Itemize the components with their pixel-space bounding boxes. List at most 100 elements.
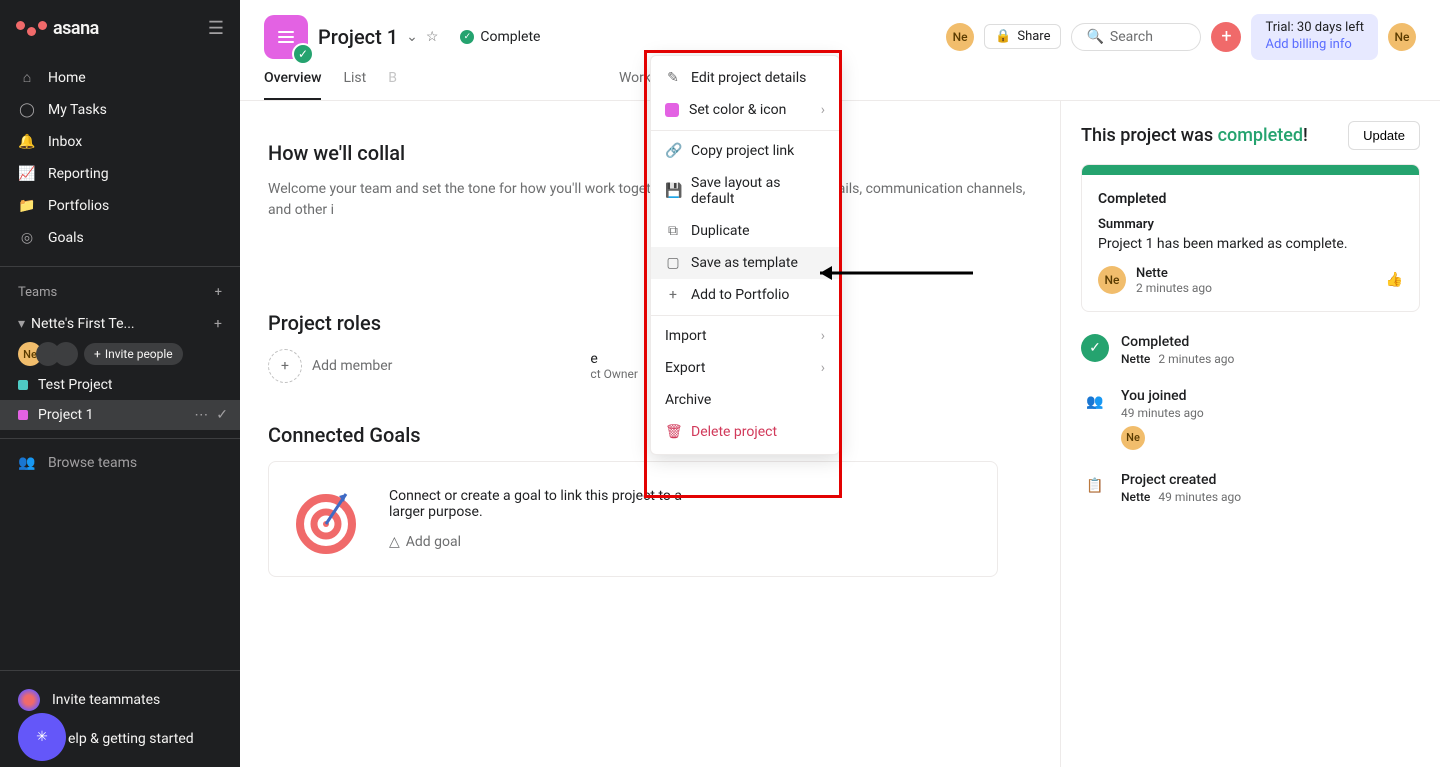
- chevron-right-icon: ›: [821, 328, 825, 344]
- copy-icon: ⧉: [665, 223, 681, 239]
- nav-inbox[interactable]: 🔔Inbox: [0, 126, 240, 158]
- teams-title: Teams: [18, 285, 57, 300]
- timeline-item-completed[interactable]: ✓ Completed Nette2 minutes ago: [1081, 334, 1420, 366]
- summary-text: Project 1 has been marked as complete.: [1098, 236, 1403, 252]
- project-color-swatch: [18, 410, 28, 420]
- status-name: Completed: [1098, 191, 1403, 207]
- owner-role: ct Owner: [590, 367, 638, 381]
- browse-teams[interactable]: 👥 Browse teams: [0, 447, 240, 479]
- save-icon: 💾: [665, 183, 681, 199]
- check-icon: ✓: [1081, 334, 1109, 362]
- update-status-button[interactable]: Update: [1348, 121, 1420, 150]
- project-tabs: Overview List B Workflow Dashboard More.…: [240, 60, 1440, 101]
- nav-home[interactable]: ⌂Home: [0, 61, 240, 94]
- global-create-button[interactable]: +: [1211, 22, 1241, 52]
- avatar: Ne: [1121, 426, 1145, 450]
- plus-icon: +: [268, 349, 302, 383]
- add-goal-button[interactable]: △Add goal: [389, 534, 709, 550]
- project-color-swatch: [18, 380, 28, 390]
- timeline-title: You joined: [1121, 388, 1204, 404]
- add-member-label: Add member: [312, 358, 392, 374]
- menu-label: Archive: [665, 392, 711, 408]
- menu-import[interactable]: Import›: [651, 320, 839, 352]
- sidebar-project-1[interactable]: Project 1 ⋯✓: [0, 400, 240, 430]
- nav-label: Inbox: [48, 134, 82, 150]
- teams-header: Teams +: [0, 275, 240, 310]
- timeline-item-created[interactable]: 📋 Project created Nette49 minutes ago: [1081, 472, 1420, 504]
- clipboard-icon: 📋: [1081, 472, 1109, 500]
- pencil-icon: ✎: [665, 70, 681, 86]
- menu-copy-link[interactable]: 🔗Copy project link: [651, 135, 839, 167]
- nav-reporting[interactable]: 📈Reporting: [0, 158, 240, 190]
- user-avatar[interactable]: Ne: [1388, 23, 1416, 51]
- nav-label: Goals: [48, 230, 84, 246]
- tab-obscured[interactable]: B: [388, 70, 397, 100]
- status-card[interactable]: Completed Summary Project 1 has been mar…: [1081, 164, 1420, 312]
- goals-description: Connect or create a goal to link this pr…: [389, 488, 709, 520]
- check-icon: ✓: [216, 407, 228, 423]
- invite-label: Invite people: [105, 347, 173, 361]
- project-menu-chevron[interactable]: ⌄: [406, 29, 418, 45]
- team-row[interactable]: ▾Nette's First Te... +: [0, 310, 240, 338]
- like-icon[interactable]: 👍: [1386, 272, 1403, 288]
- share-label: Share: [1017, 29, 1050, 44]
- team-avatar-stack[interactable]: Ne +Invite people: [0, 338, 240, 370]
- sidebar-project-test[interactable]: Test Project: [0, 370, 240, 400]
- asana-logo[interactable]: asana: [16, 18, 99, 39]
- avatar-placeholder: [54, 342, 78, 366]
- nav-portfolios[interactable]: 📁 Portfolios: [0, 190, 240, 222]
- menu-add-portfolio[interactable]: +Add to Portfolio: [651, 279, 839, 311]
- menu-export[interactable]: Export›: [651, 352, 839, 384]
- trial-banner[interactable]: Trial: 30 days left Add billing info: [1251, 14, 1378, 60]
- menu-delete-project[interactable]: 🗑Delete project: [651, 416, 839, 448]
- star-icon[interactable]: ☆: [426, 29, 439, 45]
- timeline-who: Nette: [1121, 490, 1150, 504]
- add-goal-label: Add goal: [406, 534, 461, 550]
- summary-label: Summary: [1098, 217, 1403, 232]
- collapse-sidebar-icon[interactable]: ☰: [208, 18, 224, 39]
- trash-icon: 🗑: [665, 424, 681, 440]
- add-team-icon[interactable]: +: [215, 285, 222, 300]
- menu-label: Edit project details: [691, 70, 806, 86]
- add-billing-link[interactable]: Add billing info: [1265, 37, 1364, 54]
- nav-my-tasks[interactable]: ◯My Tasks: [0, 94, 240, 126]
- project-icon[interactable]: ✓: [264, 15, 308, 59]
- nav-goals[interactable]: ◎Goals: [0, 222, 240, 254]
- timeline-item-joined[interactable]: 👥 You joined 49 minutes ago Ne: [1081, 388, 1420, 450]
- menu-set-color[interactable]: Set color & icon›: [651, 94, 839, 126]
- status-chip[interactable]: ✓ Complete: [460, 29, 540, 45]
- author-name: Nette: [1136, 266, 1212, 281]
- menu-save-layout[interactable]: 💾 Save layout as default: [651, 167, 839, 215]
- add-member-button[interactable]: + Add member: [268, 349, 392, 383]
- status-panel-title: This project was completed!: [1081, 125, 1308, 146]
- search-input[interactable]: 🔍Search: [1071, 23, 1201, 51]
- chart-icon: 📈: [18, 166, 36, 182]
- folder-icon: 📁: [18, 198, 36, 214]
- project-owner[interactable]: e ct Owner: [590, 351, 638, 381]
- more-icon[interactable]: ⋯: [194, 407, 208, 423]
- nav-label: Portfolios: [48, 198, 109, 214]
- menu-edit-details[interactable]: ✎ Edit project details: [651, 62, 839, 94]
- share-button[interactable]: 🔒Share: [984, 24, 1061, 49]
- tab-overview[interactable]: Overview: [264, 70, 321, 100]
- menu-duplicate[interactable]: ⧉Duplicate: [651, 215, 839, 247]
- menu-save-template[interactable]: ▢Save as template: [651, 247, 839, 279]
- invite-people-button[interactable]: +Invite people: [84, 343, 183, 365]
- project-status-panel: This project was completed! Update Compl…: [1060, 101, 1440, 767]
- timeline-when: 49 minutes ago: [1121, 406, 1204, 420]
- collab-description[interactable]: Welcome your team and set the tone for h…: [268, 179, 1028, 221]
- menu-archive[interactable]: Archive: [651, 384, 839, 416]
- browse-teams-label: Browse teams: [48, 455, 137, 471]
- help-getting-started[interactable]: ✳ elp & getting started: [0, 721, 240, 757]
- member-avatar[interactable]: Ne: [946, 23, 974, 51]
- chevron-right-icon: ›: [821, 102, 825, 118]
- menu-label: Save layout as default: [691, 175, 825, 207]
- status-complete-icon: ✓: [460, 30, 474, 44]
- timeline-when: 2 minutes ago: [1158, 352, 1234, 366]
- add-project-icon[interactable]: +: [214, 316, 222, 332]
- project-title[interactable]: Project 1: [318, 25, 398, 49]
- status-timeline: ✓ Completed Nette2 minutes ago 👥 You joi…: [1081, 334, 1420, 504]
- menu-label: Add to Portfolio: [691, 287, 789, 303]
- tab-list[interactable]: List: [343, 70, 366, 100]
- people-icon: 👥: [1081, 388, 1109, 416]
